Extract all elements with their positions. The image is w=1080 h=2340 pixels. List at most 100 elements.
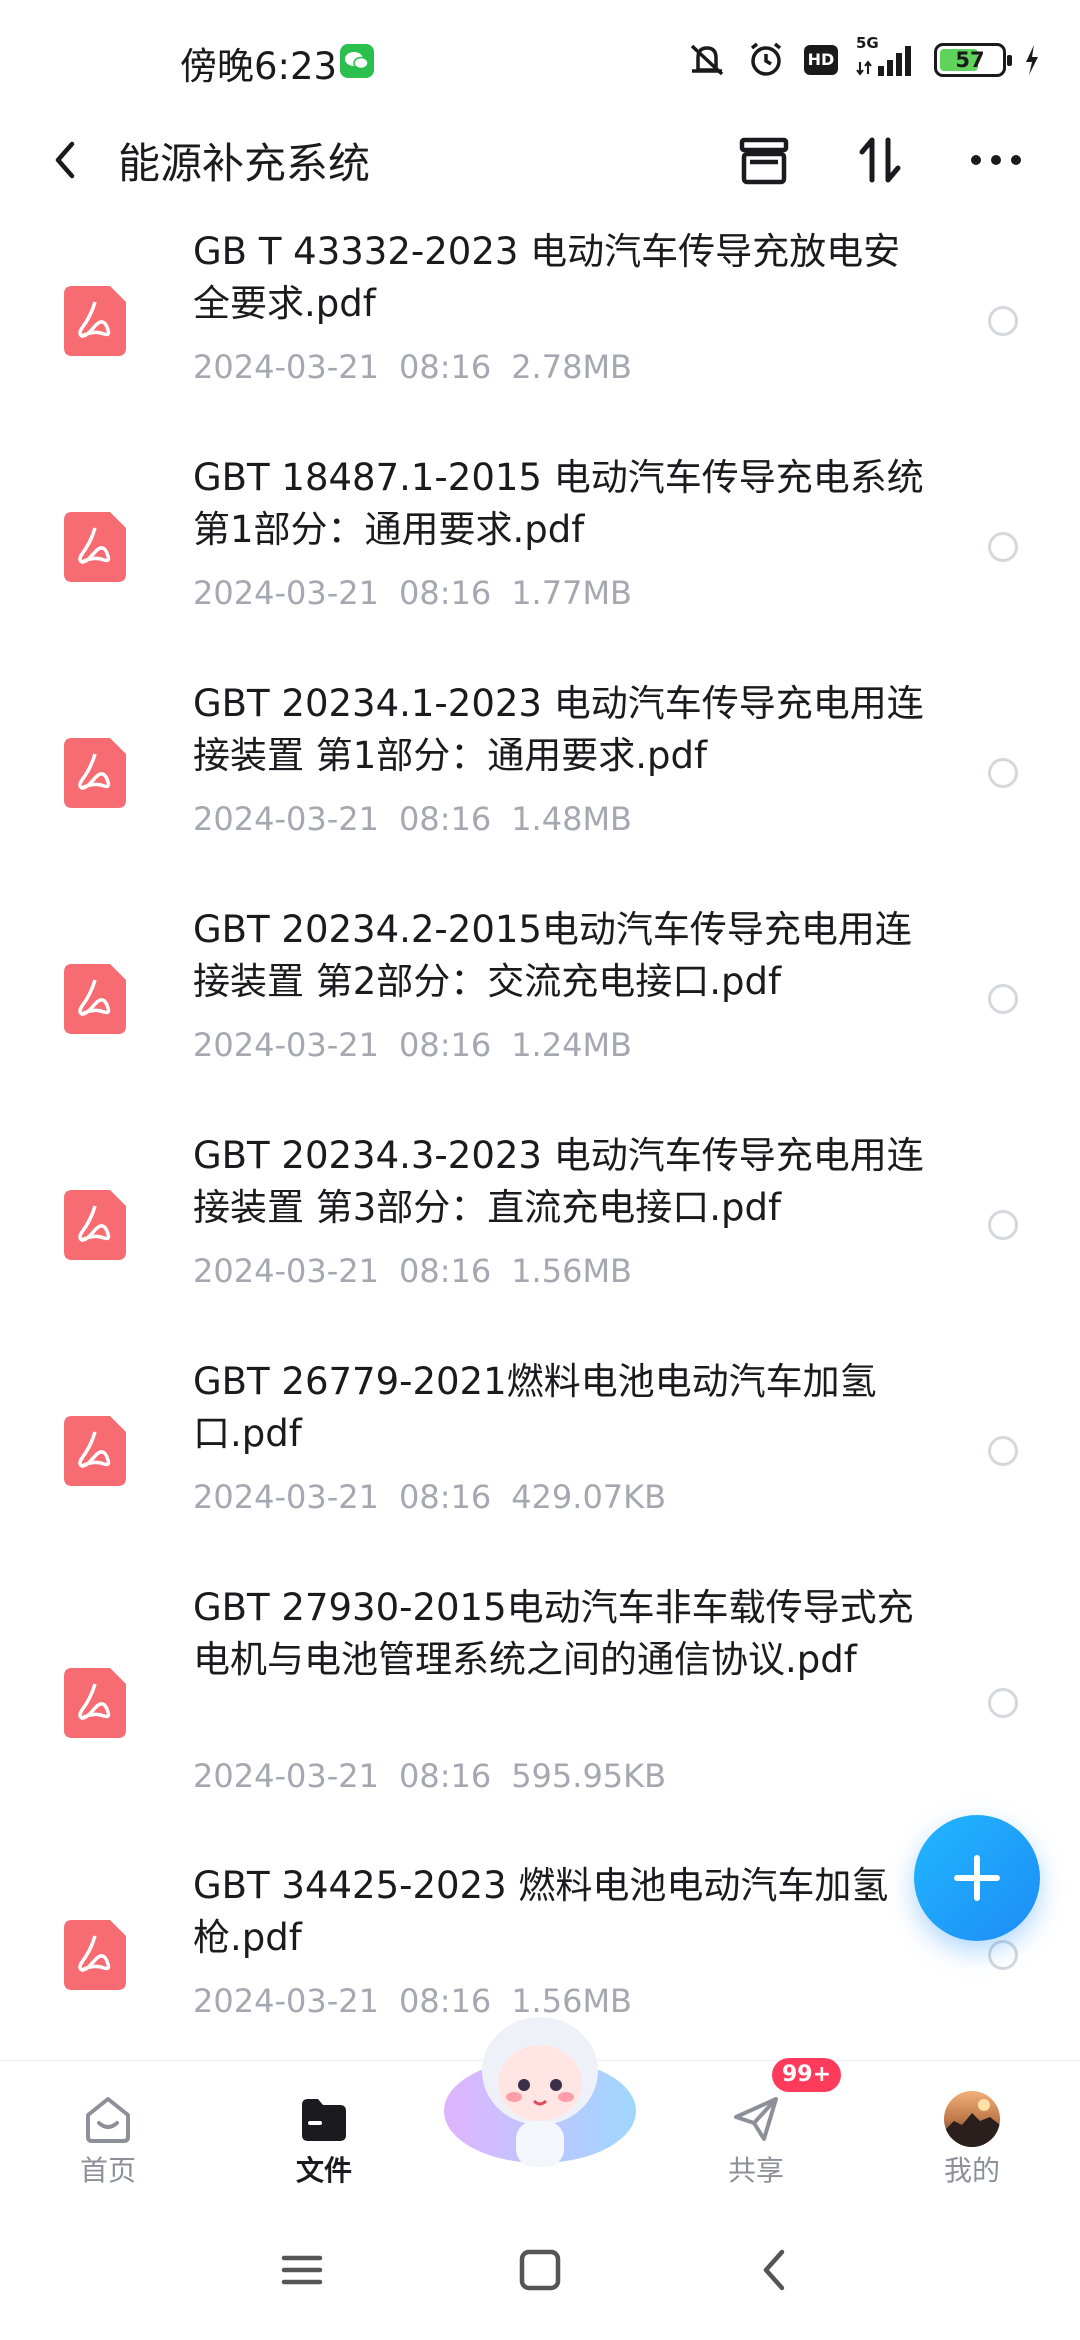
pdf-file-icon (64, 1416, 126, 1486)
file-size: 1.24MB (511, 1026, 632, 1064)
pdf-file-icon (64, 1920, 126, 1990)
avatar (944, 2091, 1000, 2147)
file-meta: 2024-03-21 08:16 429.07KB (193, 1478, 686, 1516)
file-date: 2024-03-21 (193, 574, 379, 612)
list-item[interactable]: GBT 20234.3-2023 电动汽车传导充电用连接装置 第3部分：直流充电… (0, 1130, 1080, 1310)
folder-icon (302, 2099, 346, 2141)
hd-voice-icon: HD (804, 45, 838, 75)
archive-button[interactable] (732, 128, 796, 192)
add-button[interactable] (914, 1815, 1040, 1941)
file-meta: 2024-03-21 08:16 1.24MB (193, 1026, 652, 1064)
file-date: 2024-03-21 (193, 800, 379, 838)
file-time: 08:16 (398, 800, 492, 838)
bottom-tab-bar: 首页 文件 共享 我的 (0, 2017, 1080, 2201)
file-name: GBT 34425-2023 燃料电池电动汽车加氢枪.pdf (193, 1864, 889, 1959)
select-checkbox[interactable] (988, 1210, 1018, 1240)
file-name: GBT 27930-2015电动汽车非车载传导式充电机与电池管理系统之间的通信协… (193, 1586, 914, 1681)
file-date: 2024-03-21 (193, 1982, 379, 2020)
app-screen: 傍晚6:23 HD 5G 57 能源补充系统 GB T 43332-2023 电… (0, 0, 1080, 2340)
select-checkbox[interactable] (988, 1436, 1018, 1466)
system-nav-bar (0, 2200, 1080, 2340)
tab-label: 共享 (727, 2154, 784, 2187)
pdf-file-icon (64, 1668, 126, 1738)
file-meta: 2024-03-21 08:16 2.78MB (193, 348, 652, 386)
tab-home[interactable]: 首页 (38, 2061, 178, 2201)
plus-icon (954, 1855, 1000, 1901)
pdf-file-icon (64, 286, 126, 356)
tab-label: 首页 (79, 2154, 136, 2187)
mascot-icon (444, 2017, 636, 2167)
file-time: 08:16 (398, 574, 492, 612)
pdf-file-icon (64, 1190, 126, 1260)
home-icon (86, 2097, 130, 2143)
wechat-notification-icon (340, 44, 374, 78)
list-item[interactable]: GBT 20234.2-2015电动汽车传导充电用连接装置 第2部分：交流充电接… (0, 904, 1080, 1084)
pdf-file-icon (64, 512, 126, 582)
file-name: GBT 18487.1-2015 电动汽车传导充电系统 第1部分：通用要求.pd… (193, 456, 924, 551)
file-date: 2024-03-21 (193, 1478, 379, 1516)
recent-apps-button[interactable] (272, 2240, 332, 2300)
file-size: 429.07KB (511, 1478, 667, 1516)
file-meta: 2024-03-21 08:16 1.56MB (193, 1252, 652, 1290)
list-item[interactable]: GBT 20234.1-2023 电动汽车传导充电用连接装置 第1部分：通用要求… (0, 678, 1080, 858)
square-icon (519, 2249, 561, 2291)
file-size: 2.78MB (511, 348, 632, 386)
menu-icon (281, 2255, 323, 2285)
file-time: 08:16 (398, 1252, 492, 1290)
select-checkbox[interactable] (988, 532, 1018, 562)
file-time: 08:16 (398, 348, 492, 386)
file-size: 1.77MB (511, 574, 632, 612)
file-name: GBT 20234.3-2023 电动汽车传导充电用连接装置 第3部分：直流充电… (193, 1134, 924, 1229)
pdf-file-icon (64, 738, 126, 808)
file-name: GBT 26779-2021燃料电池电动汽车加氢口.pdf (193, 1360, 877, 1455)
battery-icon: 57 (934, 43, 1012, 77)
tab-profile[interactable]: 我的 (902, 2061, 1042, 2201)
sort-icon (859, 137, 901, 183)
archive-icon (739, 137, 789, 185)
file-date: 2024-03-21 (193, 1026, 379, 1064)
file-date: 2024-03-21 (193, 1757, 379, 1795)
select-checkbox[interactable] (988, 1940, 1018, 1970)
assistant-mascot[interactable] (440, 2001, 640, 2181)
file-date: 2024-03-21 (193, 1252, 379, 1290)
sort-button[interactable] (848, 128, 912, 192)
send-icon (734, 2097, 778, 2141)
list-item[interactable]: GBT 18487.1-2015 电动汽车传导充电系统 第1部分：通用要求.pd… (0, 452, 1080, 632)
file-meta: 2024-03-21 08:16 595.95KB (193, 1757, 686, 1795)
tab-label: 我的 (943, 2154, 1000, 2187)
tab-files[interactable]: 文件 (254, 2061, 394, 2201)
mute-vibrate-icon (686, 40, 728, 80)
file-size: 1.48MB (511, 800, 632, 838)
more-icon (971, 155, 1021, 165)
more-options-button[interactable] (964, 128, 1028, 192)
select-checkbox[interactable] (988, 758, 1018, 788)
file-size: 1.56MB (511, 1252, 632, 1290)
battery-level: 57 (955, 48, 985, 72)
file-meta: 2024-03-21 08:16 1.48MB (193, 800, 652, 838)
list-item[interactable]: GBT 27930-2015电动汽车非车载传导式充电机与电池管理系统之间的通信协… (0, 1582, 1080, 1812)
charging-icon (1024, 45, 1040, 75)
file-name: GBT 20234.1-2023 电动汽车传导充电用连接装置 第1部分：通用要求… (193, 682, 924, 777)
status-icons: HD 5G 57 (686, 34, 1040, 82)
file-time: 08:16 (398, 1478, 492, 1516)
select-checkbox[interactable] (988, 306, 1018, 336)
back-nav-button[interactable] (746, 2240, 806, 2300)
tab-label: 文件 (295, 2154, 352, 2187)
alarm-icon (746, 40, 786, 80)
back-button[interactable] (42, 134, 92, 186)
pdf-file-icon (64, 964, 126, 1034)
top-app-bar: 能源补充系统 (0, 110, 1080, 210)
file-name: GBT 20234.2-2015电动汽车传导充电用连接装置 第2部分：交流充电接… (193, 908, 912, 1003)
list-item[interactable]: GB T 43332-2023 电动汽车传导充放电安全要求.pdf 2024-0… (0, 226, 1080, 406)
share-count-badge: 99+ (772, 2058, 842, 2092)
select-checkbox[interactable] (988, 984, 1018, 1014)
file-date: 2024-03-21 (193, 348, 379, 386)
select-checkbox[interactable] (988, 1688, 1018, 1718)
file-time: 08:16 (398, 1026, 492, 1064)
file-time: 08:16 (398, 1757, 492, 1795)
signal-icon: 5G (856, 34, 916, 80)
page-title: 能源补充系统 (118, 139, 371, 188)
status-time: 傍晚6:23 (180, 45, 338, 88)
list-item[interactable]: GBT 26779-2021燃料电池电动汽车加氢口.pdf 2024-03-21… (0, 1356, 1080, 1536)
home-nav-button[interactable] (510, 2240, 570, 2300)
